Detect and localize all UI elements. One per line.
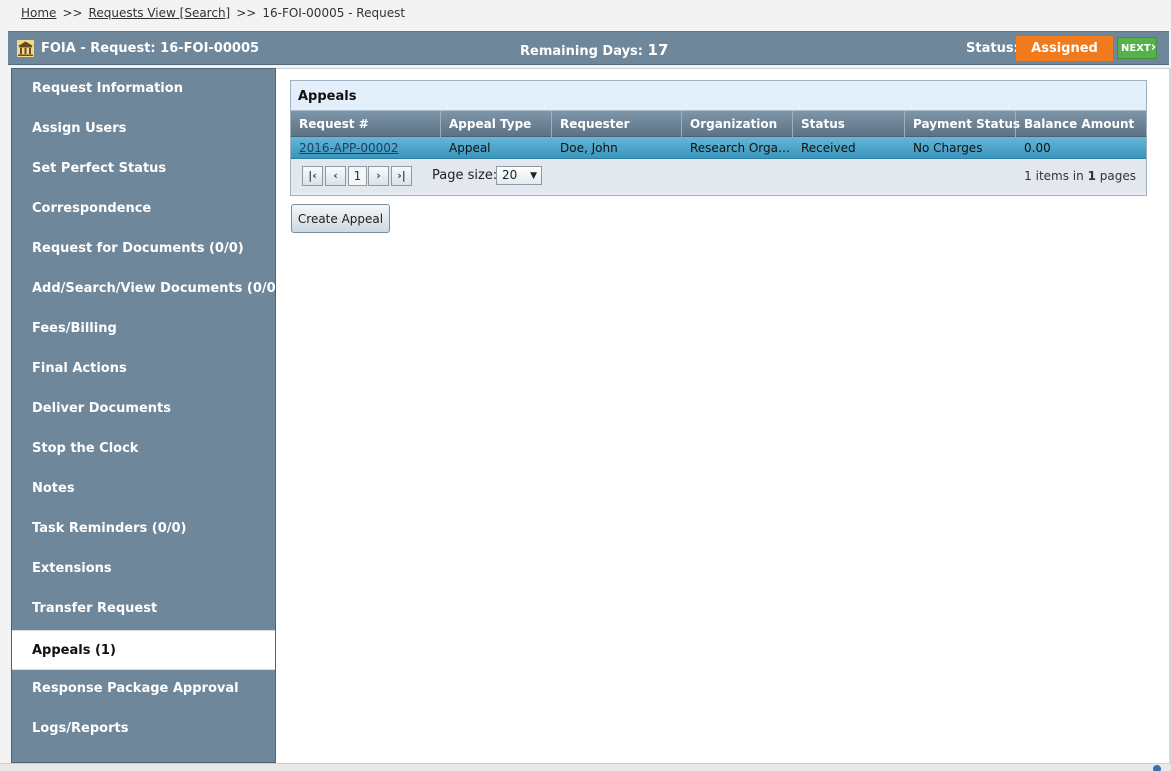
appeals-grid-title: Appeals: [291, 81, 1146, 111]
sidebar-item-extensions[interactable]: Extensions: [12, 549, 275, 589]
page-size-select[interactable]: 20 ▼: [496, 166, 542, 185]
cell-requester: Doe, John: [560, 141, 618, 155]
column-header-organization[interactable]: Organization: [682, 111, 793, 137]
cell-payment-status: No Charges: [913, 141, 983, 155]
last-page-icon[interactable]: ›|: [391, 166, 412, 186]
appeals-grid: Appeals Request # Appeal Type Requester …: [290, 80, 1147, 196]
first-page-icon[interactable]: |‹: [302, 166, 323, 186]
breadcrumb-requests-view-link[interactable]: Requests View [Search]: [89, 6, 231, 20]
breadcrumb: Home >> Requests View [Search] >> 16-FOI…: [21, 5, 405, 21]
items-text: items in: [1035, 169, 1084, 183]
cell-appeal-type: Appeal: [449, 141, 491, 155]
chevron-right-icon: ›: [1150, 40, 1157, 55]
cell-balance-amount: 0.00: [1024, 141, 1051, 155]
grid-pager: |‹ ‹ 1 › ›| Page size: 20 ▼ 1 items in 1…: [291, 159, 1146, 193]
remaining-days: Remaining Days: 17: [520, 41, 668, 59]
pager-info: 1 items in 1 pages: [1024, 166, 1136, 186]
column-header-requester[interactable]: Requester: [552, 111, 682, 137]
sidebar-item-transfer-request[interactable]: Transfer Request: [12, 589, 275, 629]
create-appeal-button[interactable]: Create Appeal: [291, 204, 390, 233]
column-header-request-number[interactable]: Request #: [291, 111, 441, 137]
pages-count: 1: [1087, 169, 1096, 183]
previous-page-icon[interactable]: ‹: [325, 166, 346, 186]
breadcrumb-separator: >>: [236, 6, 257, 20]
cell-status: Received: [801, 141, 856, 155]
status-label: Status:: [966, 41, 1019, 56]
sidebar-item-appeals[interactable]: Appeals (1): [12, 630, 275, 670]
appeals-grid-column-headers: Request # Appeal Type Requester Organiza…: [291, 111, 1146, 137]
sidebar-item-notes[interactable]: Notes: [12, 469, 275, 509]
status-badge: Assigned: [1016, 36, 1113, 61]
main-content: Appeals Request # Appeal Type Requester …: [276, 68, 1169, 763]
sidebar-item-correspondence[interactable]: Correspondence: [12, 189, 275, 229]
cell-request-number: 2016-APP-00002: [291, 137, 441, 159]
page-number-button[interactable]: 1: [348, 166, 367, 186]
column-header-appeal-type[interactable]: Appeal Type: [441, 111, 552, 137]
page-size-label: Page size:: [432, 168, 498, 183]
items-count: 1: [1024, 169, 1032, 183]
page-size-value: 20: [502, 168, 518, 182]
building-icon: [17, 40, 34, 57]
info-icon: [1153, 765, 1161, 771]
chevron-down-icon: ▼: [530, 171, 537, 181]
cell-organization: Research Organ...: [690, 141, 793, 155]
pages-text: pages: [1099, 169, 1136, 183]
column-header-status[interactable]: Status: [793, 111, 905, 137]
sidebar-nav: Request Information Assign Users Set Per…: [11, 68, 282, 763]
breadcrumb-separator: >>: [62, 6, 83, 20]
breadcrumb-home-link[interactable]: Home: [21, 6, 56, 20]
sidebar-item-task-reminders[interactable]: Task Reminders (0/0): [12, 509, 275, 549]
sidebar-item-add-search-view-documents[interactable]: Add/Search/View Documents (0/0): [12, 269, 282, 309]
sidebar-item-assign-users[interactable]: Assign Users: [12, 109, 275, 149]
table-row[interactable]: 2016-APP-00002 Appeal Doe, John Research…: [291, 137, 1146, 159]
next-label: NEXT: [1121, 43, 1151, 54]
request-title-bar: FOIA - Request: 16-FOI-00005 Remaining D…: [8, 31, 1169, 65]
page-title: FOIA - Request: 16-FOI-00005: [41, 41, 260, 56]
column-header-balance-amount[interactable]: Balance Amount: [1016, 111, 1146, 137]
sidebar-item-stop-the-clock[interactable]: Stop the Clock: [12, 429, 275, 469]
column-header-payment-status[interactable]: Payment Status: [905, 111, 1020, 137]
next-page-icon[interactable]: ›: [368, 166, 389, 186]
sidebar-item-request-for-documents[interactable]: Request for Documents (0/0): [12, 229, 275, 269]
sidebar-item-set-perfect-status[interactable]: Set Perfect Status: [12, 149, 275, 189]
sidebar-item-request-information[interactable]: Request Information: [12, 69, 275, 109]
next-button[interactable]: NEXT›: [1117, 37, 1157, 59]
sidebar-item-fees-billing[interactable]: Fees/Billing: [12, 309, 275, 349]
breadcrumb-current: 16-FOI-00005 - Request: [262, 6, 406, 20]
sidebar-item-logs-reports[interactable]: Logs/Reports: [12, 709, 275, 749]
status-bar: [0, 763, 1171, 771]
remaining-days-value: 17: [647, 41, 669, 59]
sidebar-item-deliver-documents[interactable]: Deliver Documents: [12, 389, 275, 429]
appeal-request-link[interactable]: 2016-APP-00002: [299, 141, 399, 155]
sidebar-item-final-actions[interactable]: Final Actions: [12, 349, 275, 389]
remaining-days-label: Remaining Days:: [520, 44, 643, 59]
sidebar-item-response-package-approval[interactable]: Response Package Approval: [12, 669, 275, 709]
